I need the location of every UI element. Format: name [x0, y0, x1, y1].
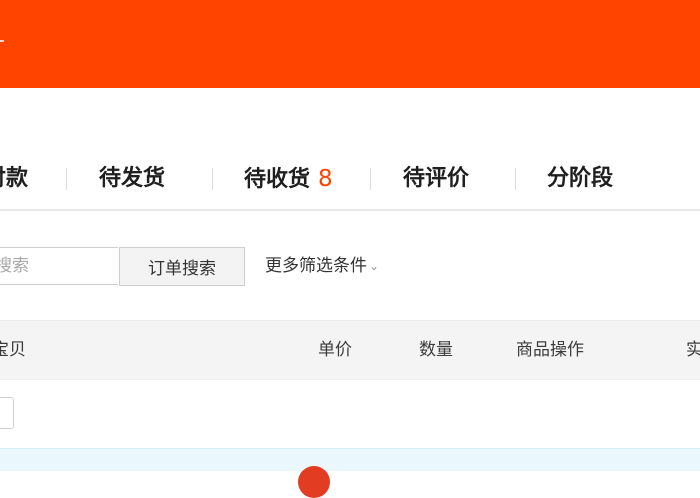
- column-item: 宝贝: [0, 340, 26, 360]
- header-decoration: [0, 40, 4, 42]
- tab-to-review[interactable]: 待评价: [403, 164, 469, 194]
- tab-to-receive[interactable]: 待收货 8: [244, 164, 333, 195]
- chevron-down-icon: ⌄: [369, 259, 380, 273]
- tab-pending-payment[interactable]: 付款: [0, 164, 28, 194]
- tab-label: 待收货: [244, 167, 311, 192]
- tab-label: 付款: [0, 166, 29, 191]
- more-filters-label: 更多筛选条件: [265, 256, 367, 276]
- tab-installments[interactable]: 分阶段: [547, 164, 613, 194]
- order-group-header: [0, 448, 700, 471]
- tabs-divider: [0, 209, 700, 211]
- tab-to-ship[interactable]: 待发货: [99, 164, 165, 194]
- column-unit-price: 单价: [318, 340, 352, 360]
- tab-separator: [515, 168, 516, 190]
- tab-label: 分阶段: [547, 166, 614, 191]
- order-status-tabs: 付款 待发货 待收货 8 待评价 分阶段: [0, 150, 700, 210]
- tab-separator: [212, 168, 213, 190]
- column-item-actions: 商品操作: [516, 340, 584, 360]
- column-actual-payment: 实: [686, 340, 700, 360]
- more-filters-dropdown[interactable]: 更多筛选条件 ⌄: [265, 254, 379, 279]
- column-quantity: 数量: [419, 340, 453, 360]
- tab-separator: [66, 168, 67, 190]
- order-search-button[interactable]: 订单搜索: [119, 247, 245, 286]
- order-search-input[interactable]: [0, 247, 118, 285]
- tab-count-badge: 8: [318, 166, 333, 192]
- tab-label: 待评价: [403, 166, 470, 191]
- top-header-bar: [0, 0, 700, 88]
- order-table-header: 宝贝 单价 数量 商品操作 实: [0, 320, 700, 380]
- shop-badge-icon: [298, 466, 330, 498]
- tab-separator: [370, 168, 371, 190]
- tab-label: 待发货: [99, 166, 166, 191]
- select-all-checkbox[interactable]: [0, 397, 14, 429]
